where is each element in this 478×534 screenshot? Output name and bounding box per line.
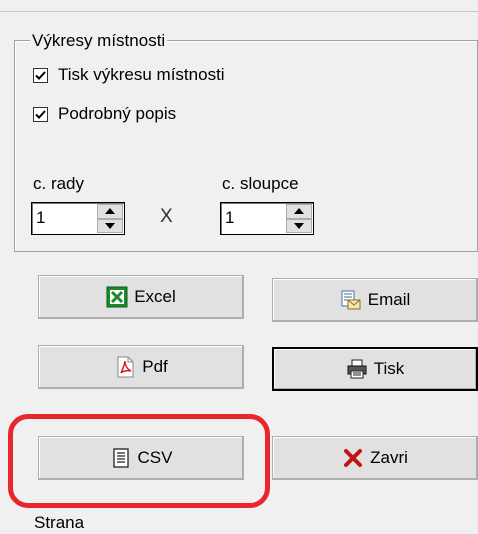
- email-label: Email: [367, 290, 411, 309]
- pdf-icon: [114, 356, 136, 378]
- detailed-desc-checkbox[interactable]: [33, 106, 48, 122]
- email-icon: [340, 289, 362, 311]
- checkmark-icon: [35, 70, 46, 80]
- print-button[interactable]: Tisk: [272, 347, 478, 391]
- columns-label: c. sloupce: [222, 174, 299, 193]
- csv-highlight-annotation: [8, 414, 270, 508]
- printer-icon: [346, 358, 368, 380]
- pdf-label: Pdf: [142, 357, 168, 376]
- close-button[interactable]: Zavri: [272, 436, 478, 480]
- rows-value[interactable]: 1: [36, 208, 45, 228]
- columns-up-button[interactable]: [286, 204, 312, 219]
- spin-up-icon: [105, 208, 115, 215]
- checkmark-icon: [35, 109, 46, 119]
- detailed-desc-label: Podrobný popis: [58, 104, 177, 123]
- detailed-desc-checkbox-row[interactable]: Podrobný popis: [33, 104, 176, 124]
- group-title: Výkresy místnosti: [30, 31, 168, 51]
- page-label: Strana: [34, 513, 85, 532]
- print-settings-panel: Výkresy místnosti Tisk výkresu místnosti…: [0, 0, 478, 534]
- print-drawing-checkbox-row[interactable]: Tisk výkresu místnosti: [33, 65, 225, 85]
- rows-spinner[interactable]: 1: [31, 202, 125, 235]
- top-divider: [0, 11, 478, 12]
- times-sign: X: [160, 206, 173, 227]
- columns-down-button[interactable]: [286, 218, 312, 233]
- excel-icon: [106, 286, 128, 308]
- rows-up-button[interactable]: [97, 204, 123, 219]
- excel-label: Excel: [134, 287, 176, 306]
- spin-down-icon: [105, 222, 115, 229]
- close-label: Zavri: [370, 448, 408, 467]
- print-label: Tisk: [373, 359, 405, 378]
- columns-value[interactable]: 1: [225, 208, 234, 228]
- print-drawing-label: Tisk výkresu místnosti: [58, 65, 225, 84]
- rows-label: c. rady: [33, 174, 85, 193]
- spin-down-icon: [294, 222, 304, 229]
- print-drawing-checkbox[interactable]: [33, 67, 48, 83]
- excel-button[interactable]: Excel: [38, 275, 244, 319]
- columns-spinner[interactable]: 1: [220, 202, 314, 235]
- spin-up-icon: [294, 208, 304, 215]
- close-x-icon: [342, 447, 364, 469]
- pdf-button[interactable]: Pdf: [38, 345, 244, 389]
- email-button[interactable]: Email: [272, 278, 478, 322]
- rows-down-button[interactable]: [97, 218, 123, 233]
